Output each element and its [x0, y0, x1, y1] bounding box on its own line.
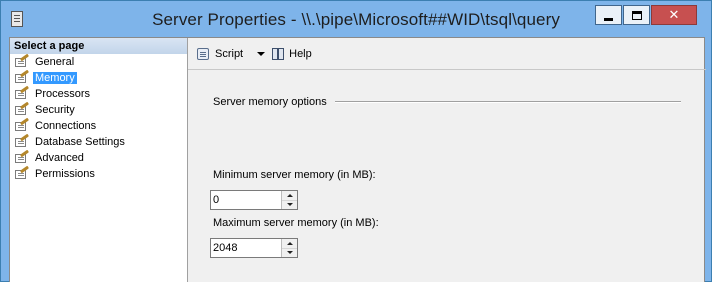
properties-page-icon: [15, 101, 30, 116]
minimize-button[interactable]: [595, 5, 622, 25]
sidebar-item-permissions[interactable]: Permissions: [10, 165, 187, 182]
script-dropdown-arrow-icon[interactable]: [257, 51, 266, 56]
sidebar-item-label: Memory: [33, 72, 77, 84]
select-page-pane: Select a page General Memory Processors …: [10, 38, 188, 282]
max-memory-input[interactable]: [211, 239, 281, 257]
arrow-up-icon: [286, 193, 293, 197]
toolbar: Script Help: [188, 38, 706, 70]
max-memory-label: Maximum server memory (in MB):: [213, 217, 379, 229]
min-memory-increment-button[interactable]: [282, 191, 297, 201]
memory-page: Script Help Server memory options Minimu…: [188, 38, 706, 282]
properties-page-icon: [15, 149, 30, 164]
sidebar-item-database-settings[interactable]: Database Settings: [10, 133, 187, 150]
help-icon: [271, 47, 286, 61]
server-properties-window: Server Properties - \\.\pipe\Microsoft##…: [0, 0, 712, 282]
sidebar-item-label: Advanced: [35, 152, 84, 164]
max-memory-decrement-button[interactable]: [282, 248, 297, 257]
sidebar-item-processors[interactable]: Processors: [10, 85, 187, 102]
max-memory-spin-buttons: [281, 239, 297, 257]
sidebar-item-label: General: [35, 56, 75, 68]
sidebar-item-memory[interactable]: Memory: [10, 69, 187, 86]
max-memory-stepper: [210, 238, 298, 258]
close-button[interactable]: ✕: [651, 5, 697, 25]
script-button-label: Script: [215, 47, 244, 60]
arrow-up-icon: [286, 241, 293, 245]
max-memory-increment-button[interactable]: [282, 239, 297, 249]
min-memory-decrement-button[interactable]: [282, 200, 297, 209]
group-divider: [334, 101, 681, 103]
sidebar-item-label: Permissions: [35, 168, 95, 180]
min-memory-stepper: [210, 190, 298, 210]
help-button[interactable]: Help: [271, 44, 312, 64]
group-title: Server memory options: [213, 96, 327, 108]
min-memory-label: Minimum server memory (in MB):: [213, 169, 376, 181]
properties-page-icon: [15, 69, 30, 84]
sidebar-item-label: Database Settings: [35, 136, 125, 148]
memory-options-content: Server memory options Minimum server mem…: [188, 71, 706, 282]
minimize-icon: [604, 17, 613, 21]
script-button[interactable]: Script: [196, 44, 243, 64]
select-page-header: Select a page: [10, 38, 187, 54]
dialog-client-area: Select a page General Memory Processors …: [9, 37, 706, 282]
arrow-down-icon: [286, 203, 293, 207]
properties-page-icon: [15, 117, 30, 132]
min-memory-input[interactable]: [211, 191, 281, 209]
maximize-icon: [631, 10, 642, 20]
properties-page-icon: [15, 53, 30, 68]
properties-page-icon: [15, 85, 30, 100]
sidebar-item-general[interactable]: General: [10, 53, 187, 70]
caption-buttons: ✕: [594, 5, 697, 25]
page-list: General Memory Processors Security Conne…: [10, 53, 187, 182]
min-memory-spin-buttons: [281, 191, 297, 209]
help-button-label: Help: [289, 47, 312, 60]
close-icon: ✕: [668, 7, 680, 23]
maximize-button[interactable]: [623, 5, 650, 25]
sidebar-item-label: Connections: [35, 120, 97, 132]
arrow-down-icon: [286, 251, 293, 255]
sidebar-item-security[interactable]: Security: [10, 101, 187, 118]
title-bar[interactable]: Server Properties - \\.\pipe\Microsoft##…: [1, 1, 711, 37]
properties-page-icon: [15, 133, 30, 148]
server-memory-group: Server memory options: [213, 96, 681, 108]
sidebar-item-connections[interactable]: Connections: [10, 117, 187, 134]
script-icon: [196, 47, 211, 61]
properties-page-icon: [15, 165, 30, 180]
sidebar-item-label: Security: [35, 104, 75, 116]
sidebar-item-advanced[interactable]: Advanced: [10, 149, 187, 166]
sidebar-item-label: Processors: [35, 88, 91, 100]
